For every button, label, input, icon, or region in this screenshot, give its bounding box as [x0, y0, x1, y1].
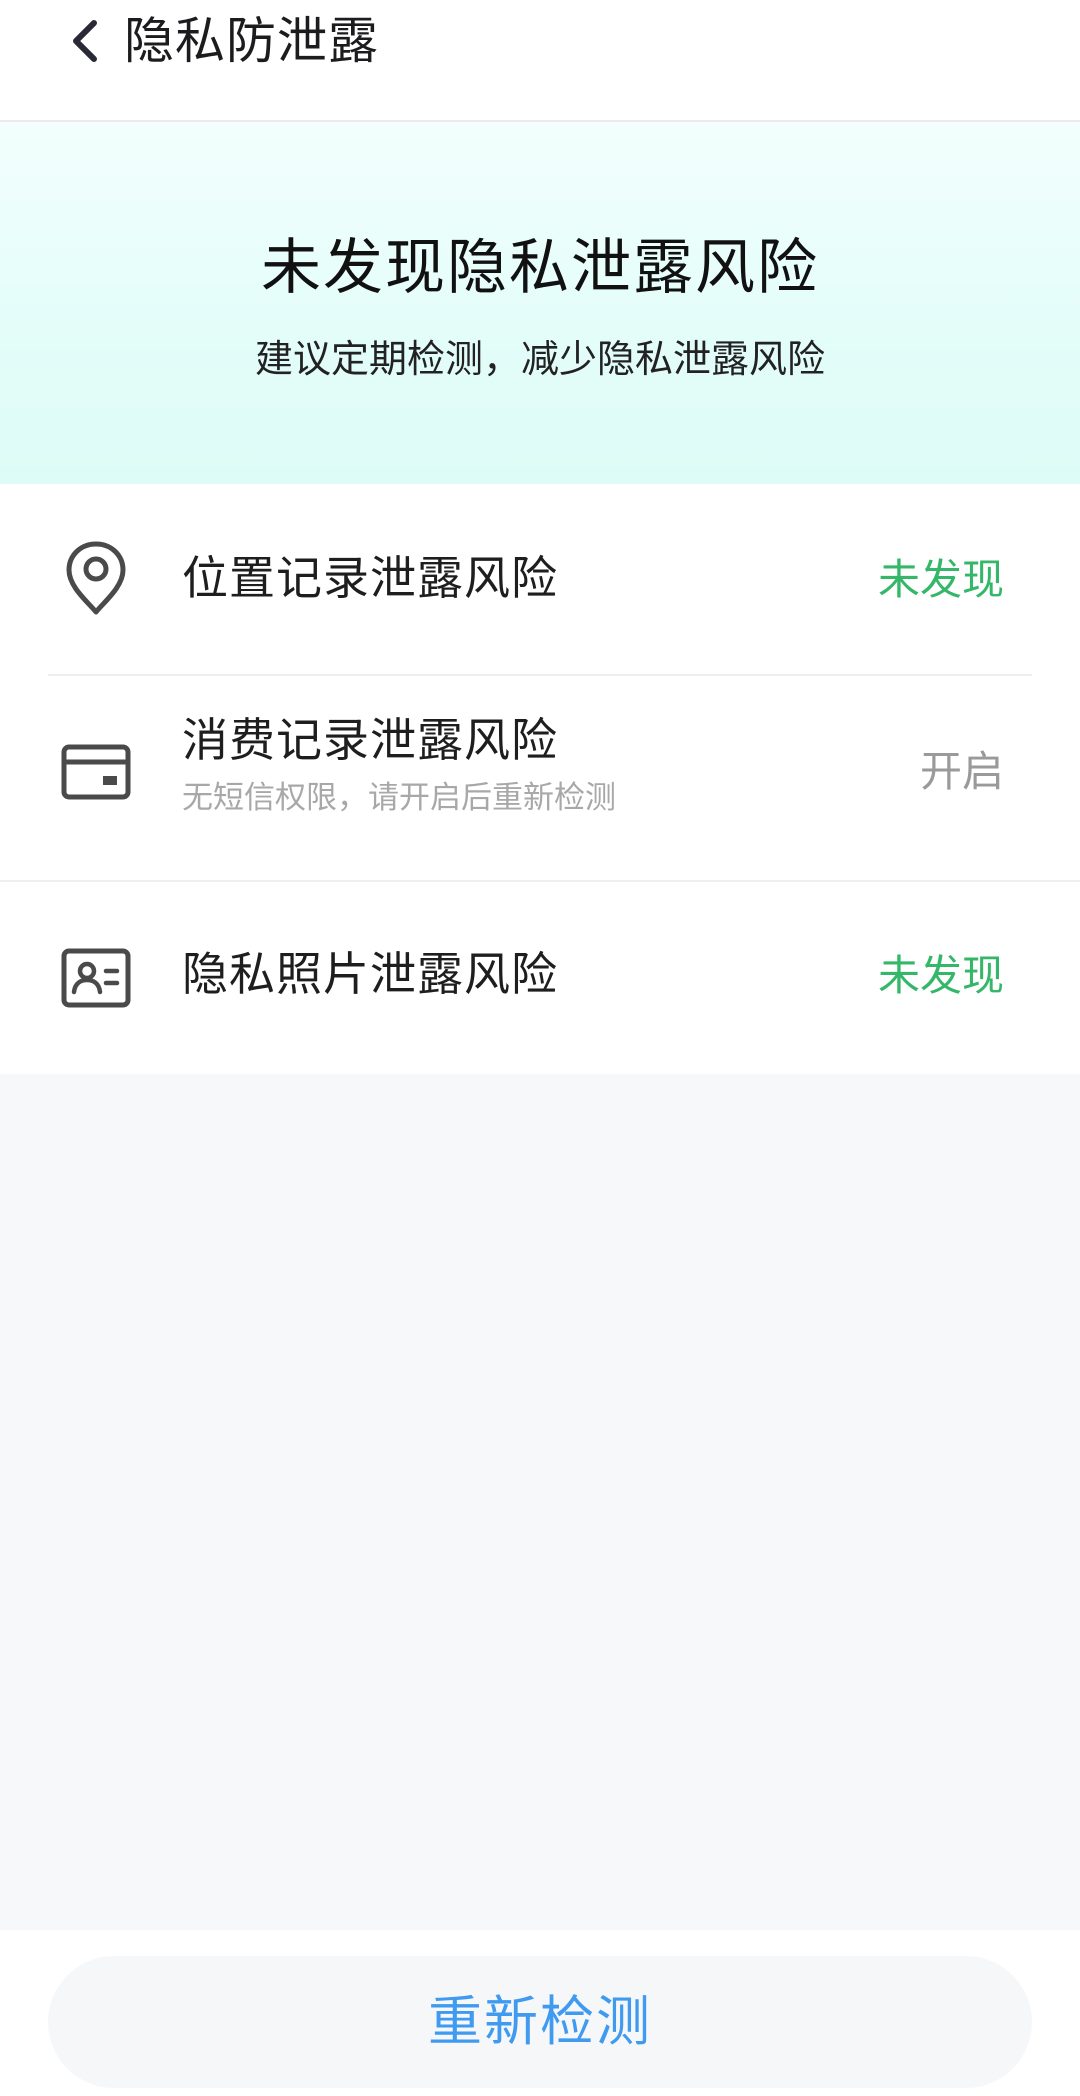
- page-title: 隐私防泄露: [124, 12, 379, 70]
- risk-item-title: 隐私照片泄露风险: [182, 947, 558, 1001]
- back-button[interactable]: [48, 0, 120, 82]
- risk-item-title: 位置记录泄露风险: [182, 551, 558, 605]
- credit-card-icon: [58, 734, 134, 810]
- chevron-left-icon: [73, 20, 97, 62]
- footer-bar: 重新检测: [0, 1930, 1080, 2096]
- risk-status-label: 未发现: [877, 555, 1004, 604]
- risk-item-subtitle: 无短信权限，请开启后重新检测: [182, 780, 616, 816]
- app-header: 隐私防泄露: [0, 0, 1080, 122]
- risk-item-title: 消费记录泄露风险: [182, 713, 558, 767]
- result-title: 未发现隐私泄露风险: [261, 233, 819, 303]
- location-pin-icon: [58, 540, 134, 616]
- risk-list: 位置记录泄露风险 未发现 消费记录泄露风险 无短信权限，请开启后重新检测 开启: [0, 484, 1080, 1074]
- enable-permission-link[interactable]: 开启: [920, 742, 1004, 802]
- risk-item-location[interactable]: 位置记录泄露风险 未发现: [0, 484, 1080, 674]
- risk-status-label: 未发现: [877, 951, 1004, 1000]
- id-card-icon: [58, 940, 134, 1016]
- result-banner: 未发现隐私泄露风险 建议定期检测，减少隐私泄露风险: [0, 122, 1080, 484]
- recheck-button[interactable]: 重新检测: [48, 1956, 1032, 2088]
- risk-item-photos[interactable]: 隐私照片泄露风险 未发现: [0, 882, 1080, 1074]
- result-subtitle: 建议定期检测，减少隐私泄露风险: [254, 337, 825, 381]
- risk-item-consumption[interactable]: 消费记录泄露风险 无短信权限，请开启后重新检测 开启: [0, 676, 1080, 880]
